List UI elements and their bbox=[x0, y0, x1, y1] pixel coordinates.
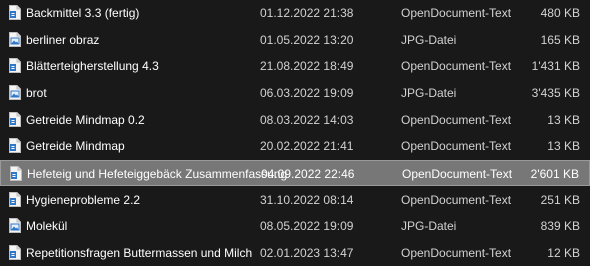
file-type: JPG-Datei bbox=[401, 219, 457, 233]
file-type: JPG-Datei bbox=[401, 33, 457, 47]
file-modified-date: 21.08.2022 18:49 bbox=[260, 59, 354, 73]
file-name: Molekül bbox=[26, 219, 68, 233]
file-row[interactable]: Getreide Mindmap 0.2 08.03.2022 14:03 Open… bbox=[0, 107, 590, 133]
file-name: Blätterteigherstellung 4.3 bbox=[26, 59, 159, 73]
file-row[interactable]: Hefeteig und Hefeteiggebäck Zusammenfass… bbox=[0, 160, 590, 186]
jpg-file-icon bbox=[9, 85, 21, 100]
file-type: OpenDocument-Text bbox=[401, 113, 512, 127]
odt-file-icon bbox=[10, 166, 22, 181]
file-type: OpenDocument-Text bbox=[401, 139, 512, 153]
file-size: 3'435 KB bbox=[531, 86, 580, 100]
file-name: Hefeteig und Hefeteiggebäck Zusammenfass… bbox=[27, 167, 288, 181]
file-size: 1'431 KB bbox=[531, 59, 580, 73]
file-type: OpenDocument-Text bbox=[401, 59, 512, 73]
file-row[interactable]: Molekül 08.05.2022 19:09 JPG-Datei 839 KB bbox=[0, 213, 590, 239]
file-row[interactable]: berliner obraz 01.05.2022 13:20 JPG-Datei 1… bbox=[0, 27, 590, 53]
file-size: 251 KB bbox=[540, 193, 580, 207]
file-modified-date: 01.05.2022 13:20 bbox=[260, 33, 354, 47]
jpg-file-icon bbox=[9, 32, 21, 47]
file-row[interactable]: brot 06.03.2022 19:09 JPG-Datei 3'435 KB bbox=[0, 80, 590, 106]
file-size: 839 KB bbox=[540, 219, 580, 233]
file-modified-date: 02.01.2023 13:47 bbox=[260, 246, 354, 260]
file-row[interactable]: Blätterteigherstellung 4.3 21.08.2022 18:… bbox=[0, 53, 590, 79]
odt-file-icon bbox=[9, 245, 21, 260]
file-modified-date: 01.12.2022 21:38 bbox=[260, 6, 354, 20]
file-size: 12 KB bbox=[547, 246, 580, 260]
odt-file-icon bbox=[9, 112, 21, 127]
file-modified-date: 31.10.2022 08:14 bbox=[260, 193, 354, 207]
file-type: JPG-Datei bbox=[401, 86, 457, 100]
file-name: brot bbox=[26, 86, 47, 100]
file-modified-date: 08.03.2022 14:03 bbox=[260, 113, 354, 127]
file-modified-date: 04.09.2022 22:46 bbox=[261, 167, 355, 181]
odt-file-icon bbox=[9, 192, 21, 207]
file-list: Backmittel 3.3 (fertig) 01.12.2022 21:38 O… bbox=[0, 0, 590, 266]
file-modified-date: 20.02.2022 21:41 bbox=[260, 139, 354, 153]
odt-file-icon bbox=[9, 5, 21, 20]
file-name: Backmittel 3.3 (fertig) bbox=[26, 6, 140, 20]
file-row[interactable]: Hygieneprobleme 2.2 31.10.2022 08:14 OpenD… bbox=[0, 187, 590, 213]
file-row[interactable]: Repetitionsfragen Buttermassen und Milch… bbox=[0, 240, 590, 266]
file-name: Getreide Mindmap 0.2 bbox=[26, 113, 145, 127]
jpg-file-icon bbox=[9, 218, 21, 233]
file-size: 2'601 KB bbox=[530, 167, 579, 181]
odt-file-icon bbox=[9, 58, 21, 73]
file-size: 480 KB bbox=[540, 6, 580, 20]
file-row[interactable]: Getreide Mindmap 20.02.2022 21:41 OpenDocu… bbox=[0, 133, 590, 159]
file-modified-date: 08.05.2022 19:09 bbox=[260, 219, 354, 233]
file-type: OpenDocument-Text bbox=[401, 246, 512, 260]
file-type: OpenDocument-Text bbox=[401, 6, 512, 20]
file-size: 13 KB bbox=[547, 113, 580, 127]
file-type: OpenDocument-Text bbox=[401, 193, 512, 207]
file-row[interactable]: Backmittel 3.3 (fertig) 01.12.2022 21:38 O… bbox=[0, 0, 590, 26]
file-name: Getreide Mindmap bbox=[26, 139, 125, 153]
file-name: Repetitionsfragen Buttermassen und Milch bbox=[26, 246, 253, 260]
file-size: 13 KB bbox=[547, 139, 580, 153]
file-name: berliner obraz bbox=[26, 33, 100, 47]
file-type: OpenDocument-Text bbox=[402, 167, 513, 181]
file-modified-date: 06.03.2022 19:09 bbox=[260, 86, 354, 100]
odt-file-icon bbox=[9, 138, 21, 153]
file-size: 165 KB bbox=[540, 33, 580, 47]
file-name: Hygieneprobleme 2.2 bbox=[26, 193, 141, 207]
